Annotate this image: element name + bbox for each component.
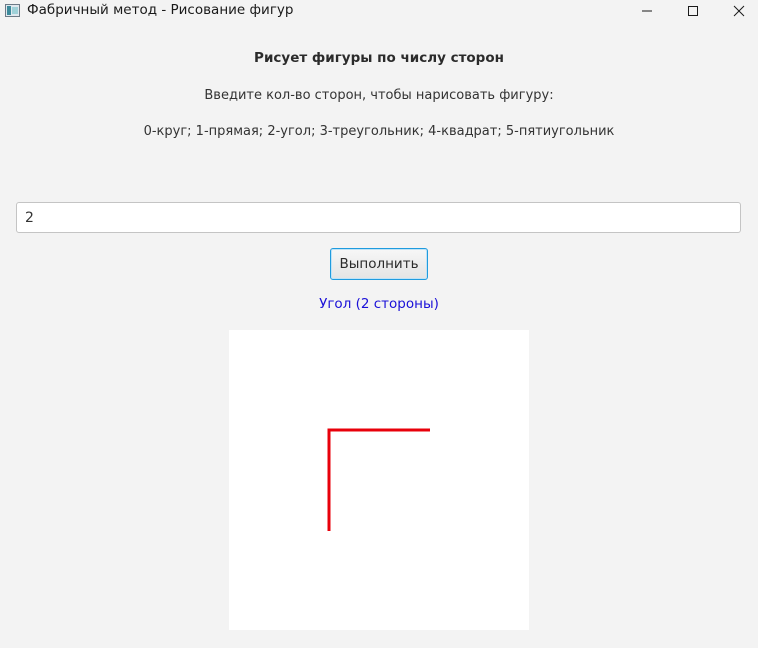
- instruction-text: Введите кол-во сторон, чтобы нарисовать …: [204, 88, 554, 103]
- app-icon: [5, 4, 20, 17]
- title-bar[interactable]: Фабричный метод - Рисование фигур: [0, 0, 758, 22]
- close-button[interactable]: [716, 0, 758, 22]
- result-label: Угол (2 стороны): [319, 296, 439, 312]
- page-heading: Рисует фигуры по числу сторон: [254, 50, 504, 66]
- maximize-button[interactable]: [670, 0, 716, 22]
- window-title: Фабричный метод - Рисование фигур: [27, 2, 294, 18]
- shape-drawing: [327, 428, 430, 531]
- execute-button[interactable]: Выполнить: [330, 248, 428, 280]
- close-icon: [733, 5, 745, 17]
- app-window: Фабричный метод - Рисование фигур Рисует…: [0, 0, 758, 648]
- drawing-canvas: [229, 330, 529, 630]
- sides-input[interactable]: [16, 202, 741, 233]
- minimize-icon: [642, 10, 652, 12]
- minimize-button[interactable]: [624, 0, 670, 22]
- angle-shape: [327, 428, 430, 531]
- shape-legend: 0-круг; 1-прямая; 2-угол; 3-треугольник;…: [143, 124, 615, 139]
- maximize-icon: [688, 6, 698, 16]
